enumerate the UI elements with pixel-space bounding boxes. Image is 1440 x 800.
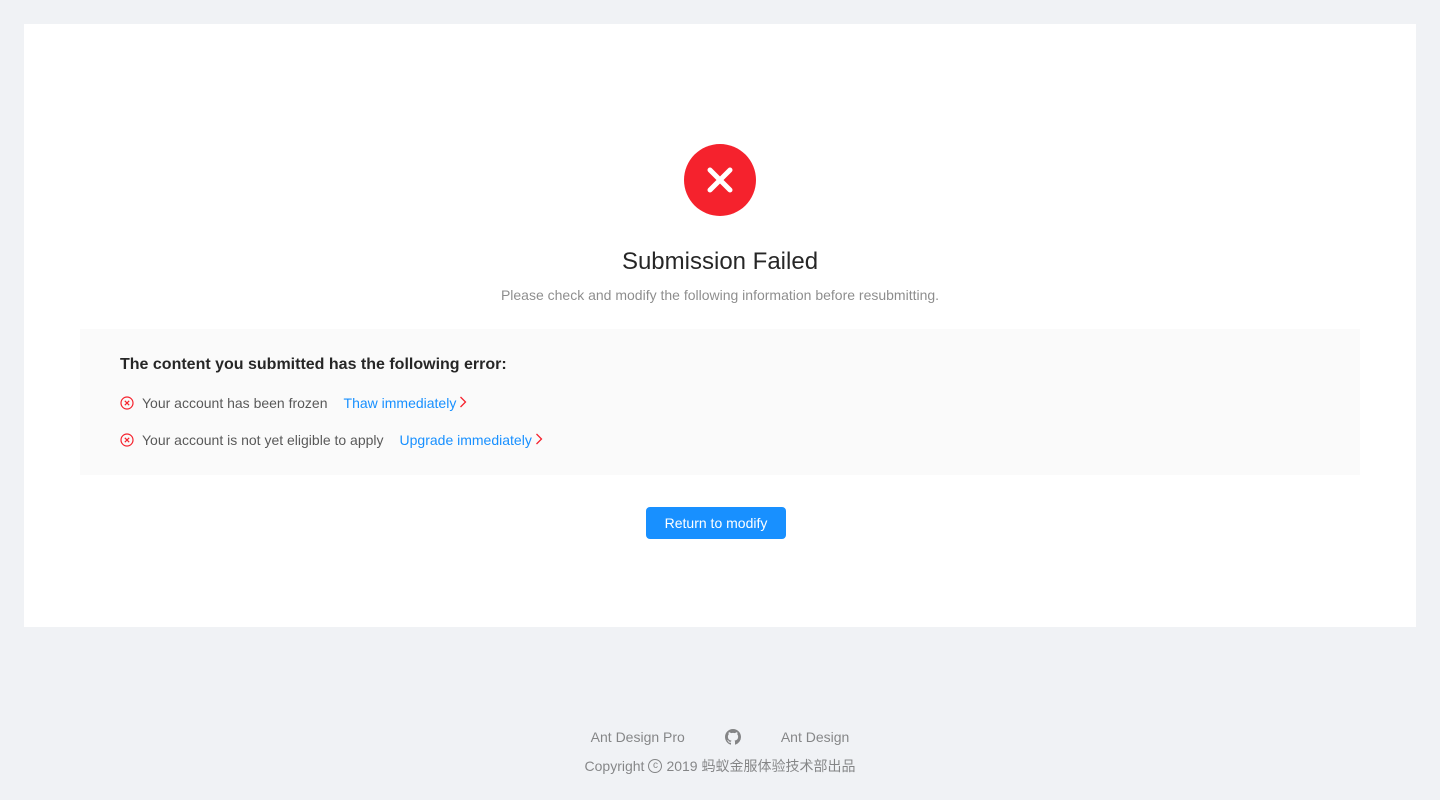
- footer-links: Ant Design Pro Ant Design: [0, 726, 1440, 748]
- close-circle-outline-icon: [120, 396, 134, 410]
- upgrade-link-label[interactable]: Upgrade immediately: [400, 432, 532, 448]
- thaw-link-label[interactable]: Thaw immediately: [344, 395, 457, 411]
- copyright-text: 2019 蚂蚁金服体验技术部出品: [666, 758, 856, 774]
- chevron-right-icon[interactable]: [459, 395, 467, 411]
- error-heading: The content you submitted has the follow…: [120, 356, 507, 373]
- copyright-prefix: Copyright: [584, 758, 645, 774]
- close-circle-icon: [684, 144, 756, 216]
- error-item: Your account is not yet eligible to appl…: [120, 429, 1320, 451]
- close-circle-outline-icon: [120, 433, 134, 447]
- error-details-panel: The content you submitted has the follow…: [80, 329, 1360, 475]
- result-subtitle: Please check and modify the following in…: [500, 287, 940, 303]
- result-card: Submission Failed Please check and modif…: [24, 24, 1416, 627]
- copyright: Copyright c 2019 蚂蚁金服体验技术部出品: [0, 755, 1440, 777]
- copyright-icon: c: [648, 759, 663, 773]
- global-footer: Ant Design Pro Ant Design Copyright c 20…: [0, 726, 1440, 777]
- error-text: Your account is not yet eligible to appl…: [142, 432, 384, 448]
- result-title: Submission Failed: [621, 248, 819, 275]
- github-icon[interactable]: [724, 729, 741, 745]
- return-to-modify-button[interactable]: Return to modify: [646, 507, 786, 539]
- footer-link-ant-design-pro[interactable]: Ant Design Pro: [591, 729, 685, 745]
- upgrade-link[interactable]: Upgrade immediately: [400, 432, 543, 448]
- thaw-link[interactable]: Thaw immediately: [344, 395, 468, 411]
- footer-link-ant-design[interactable]: Ant Design: [781, 729, 849, 745]
- error-item: Your account has been frozen Thaw immedi…: [120, 392, 1320, 414]
- error-text: Your account has been frozen: [142, 395, 328, 411]
- chevron-right-icon[interactable]: [535, 432, 543, 448]
